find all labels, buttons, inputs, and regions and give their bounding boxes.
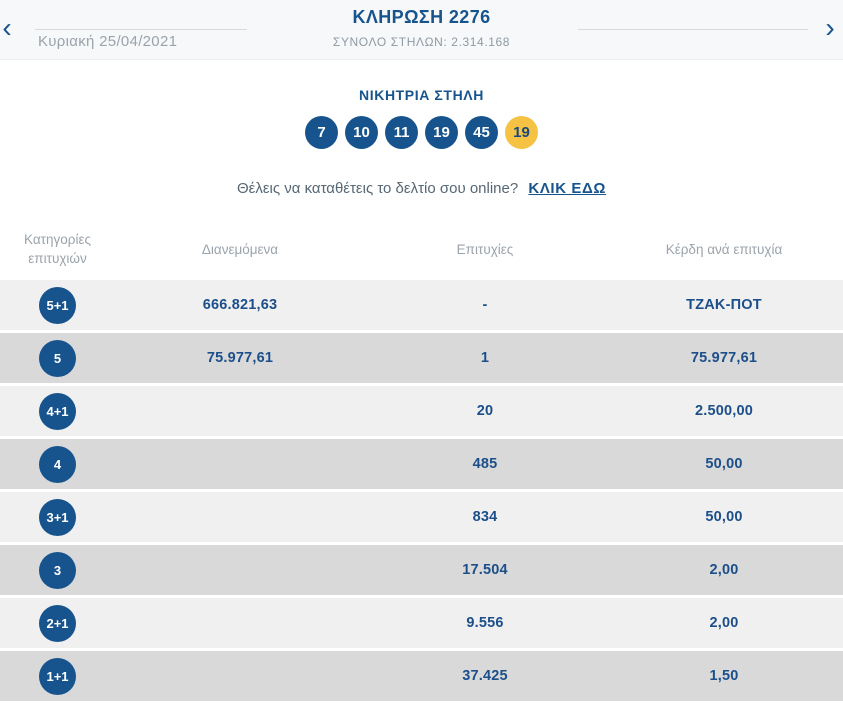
wins-value: 1 bbox=[480, 350, 490, 366]
wins-value: 9.556 bbox=[466, 615, 504, 631]
winning-number-ball: 7 bbox=[305, 116, 338, 149]
prize-value: 50,00 bbox=[705, 456, 743, 472]
table-row: 3+1 834 50,00 bbox=[0, 492, 843, 542]
draw-title: ΚΛΗΡΩΣΗ 2276 bbox=[352, 7, 491, 27]
table-row: 3 17.504 2,00 bbox=[0, 545, 843, 595]
winning-number-ball: 45 bbox=[465, 116, 498, 149]
table-row: 4 485 50,00 bbox=[0, 439, 843, 489]
cta-question: Θέλεις να καταθέτεις το δελτίο σου onlin… bbox=[236, 180, 519, 197]
category-badge: 3+1 bbox=[39, 498, 76, 536]
winning-numbers: 7 10 11 19 45 19 bbox=[0, 116, 843, 149]
wins-value: - bbox=[482, 297, 488, 313]
category-badge: 2+1 bbox=[39, 604, 76, 642]
table-row: 2+1 9.556 2,00 bbox=[0, 598, 843, 648]
col-header-prize: Κέρδη ανά επιτυχία bbox=[665, 241, 783, 257]
next-draw-arrow-icon[interactable]: › bbox=[817, 12, 843, 44]
category-badge: 1+1 bbox=[39, 657, 76, 695]
winning-number-ball: 11 bbox=[385, 116, 418, 149]
table-row: 5+1 666.821,63 - ΤΖΑΚ-ΠΟΤ bbox=[0, 280, 843, 330]
prize-value: 50,00 bbox=[705, 509, 743, 525]
table-row: 1+1 37.425 1,50 bbox=[0, 651, 843, 701]
wins-value: 17.504 bbox=[462, 562, 508, 578]
prizes-table: Κατηγορίες επιτυχιών Διανεμόμενα Επιτυχί… bbox=[0, 230, 843, 701]
prize-value: 2,00 bbox=[709, 615, 739, 631]
wins-value: 37.425 bbox=[462, 668, 508, 684]
draw-title-block: ΚΛΗΡΩΣΗ 2276 ΣΥΝΟΛΟ ΣΤΗΛΩΝ: 2.314.168 bbox=[0, 7, 843, 49]
distributed-value: 666.821,63 bbox=[202, 297, 278, 313]
prize-value: 2.500,00 bbox=[694, 403, 754, 419]
col-header-distributed: Διανεμόμενα bbox=[201, 241, 279, 257]
table-row: 4+1 20 2.500,00 bbox=[0, 386, 843, 436]
prize-value: 1,50 bbox=[709, 668, 739, 684]
prizes-table-header: Κατηγορίες επιτυχιών Διανεμόμενα Επιτυχί… bbox=[0, 230, 843, 280]
category-badge: 4+1 bbox=[39, 392, 76, 430]
wins-value: 20 bbox=[476, 403, 494, 419]
prize-value: 75.977,61 bbox=[690, 350, 758, 366]
winning-number-ball: 10 bbox=[345, 116, 378, 149]
winning-column-title: ΝΙΚΗΤΡΙΑ ΣΤΗΛΗ bbox=[359, 87, 484, 103]
prize-value: 2,00 bbox=[709, 562, 739, 578]
table-row: 5 75.977,61 1 75.977,61 bbox=[0, 333, 843, 383]
online-cta: Θέλεις να καταθέτεις το δελτίο σου onlin… bbox=[0, 180, 843, 197]
col-header-categories: Κατηγορίες επιτυχιών bbox=[24, 232, 91, 266]
distributed-value: 75.977,61 bbox=[206, 350, 274, 366]
joker-number-ball: 19 bbox=[505, 116, 538, 149]
category-badge: 4 bbox=[39, 445, 76, 483]
prize-value: ΤΖΑΚ-ΠΟΤ bbox=[686, 297, 762, 313]
draw-header: ‹ Κυριακή 25/04/2021 ΚΛΗΡΩΣΗ 2276 ΣΥΝΟΛΟ… bbox=[0, 0, 843, 60]
wins-value: 834 bbox=[472, 509, 498, 525]
col-header-wins: Επιτυχίες bbox=[456, 241, 514, 257]
wins-value: 485 bbox=[472, 456, 498, 472]
winning-number-ball: 19 bbox=[425, 116, 458, 149]
header-divider-right bbox=[578, 29, 808, 30]
total-columns-label: ΣΥΝΟΛΟ ΣΤΗΛΩΝ: 2.314.168 bbox=[332, 35, 511, 49]
category-badge: 5+1 bbox=[39, 286, 76, 324]
category-badge: 3 bbox=[39, 551, 76, 589]
click-here-link[interactable]: ΚΛΙΚ ΕΔΩ bbox=[528, 180, 606, 197]
category-badge: 5 bbox=[39, 339, 76, 377]
